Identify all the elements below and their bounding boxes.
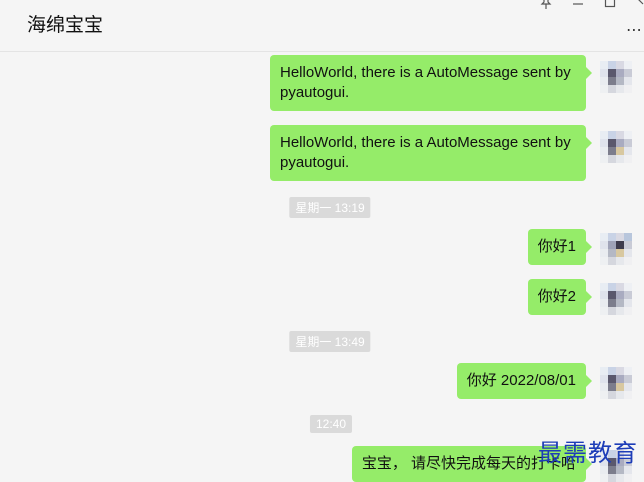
message-bubble[interactable]: HelloWorld, there is a AutoMessage sent … bbox=[270, 125, 592, 181]
minimize-icon[interactable] bbox=[572, 0, 584, 13]
pin-icon[interactable] bbox=[540, 0, 552, 13]
watermark-logo: 最需教育 bbox=[538, 439, 638, 467]
chat-header: 海绵宝宝 ⋯ bbox=[0, 0, 644, 52]
timestamp: 星期一 13:19 bbox=[289, 197, 371, 218]
avatar[interactable] bbox=[600, 367, 632, 399]
close-icon[interactable] bbox=[634, 0, 644, 11]
timestamp: 12:40 bbox=[309, 415, 353, 433]
chat-title: 海绵宝宝 bbox=[27, 15, 104, 36]
message-list[interactable]: HelloWorld, there is a AutoMessage sent … bbox=[0, 53, 644, 482]
maximize-icon[interactable] bbox=[604, 0, 616, 11]
message-bubble[interactable]: 你好 2022/08/01 bbox=[456, 363, 593, 399]
avatar[interactable] bbox=[600, 283, 632, 315]
avatar[interactable] bbox=[600, 233, 632, 265]
avatar[interactable] bbox=[600, 131, 632, 163]
message-bubble[interactable]: 你好2 bbox=[527, 279, 593, 315]
timestamp: 星期一 13:49 bbox=[289, 331, 371, 352]
message-bubble[interactable]: 你好1 bbox=[527, 229, 593, 265]
message-bubble[interactable]: HelloWorld, there is a AutoMessage sent … bbox=[270, 55, 592, 111]
avatar[interactable] bbox=[600, 61, 632, 93]
more-icon[interactable]: ⋯ bbox=[626, 20, 642, 40]
